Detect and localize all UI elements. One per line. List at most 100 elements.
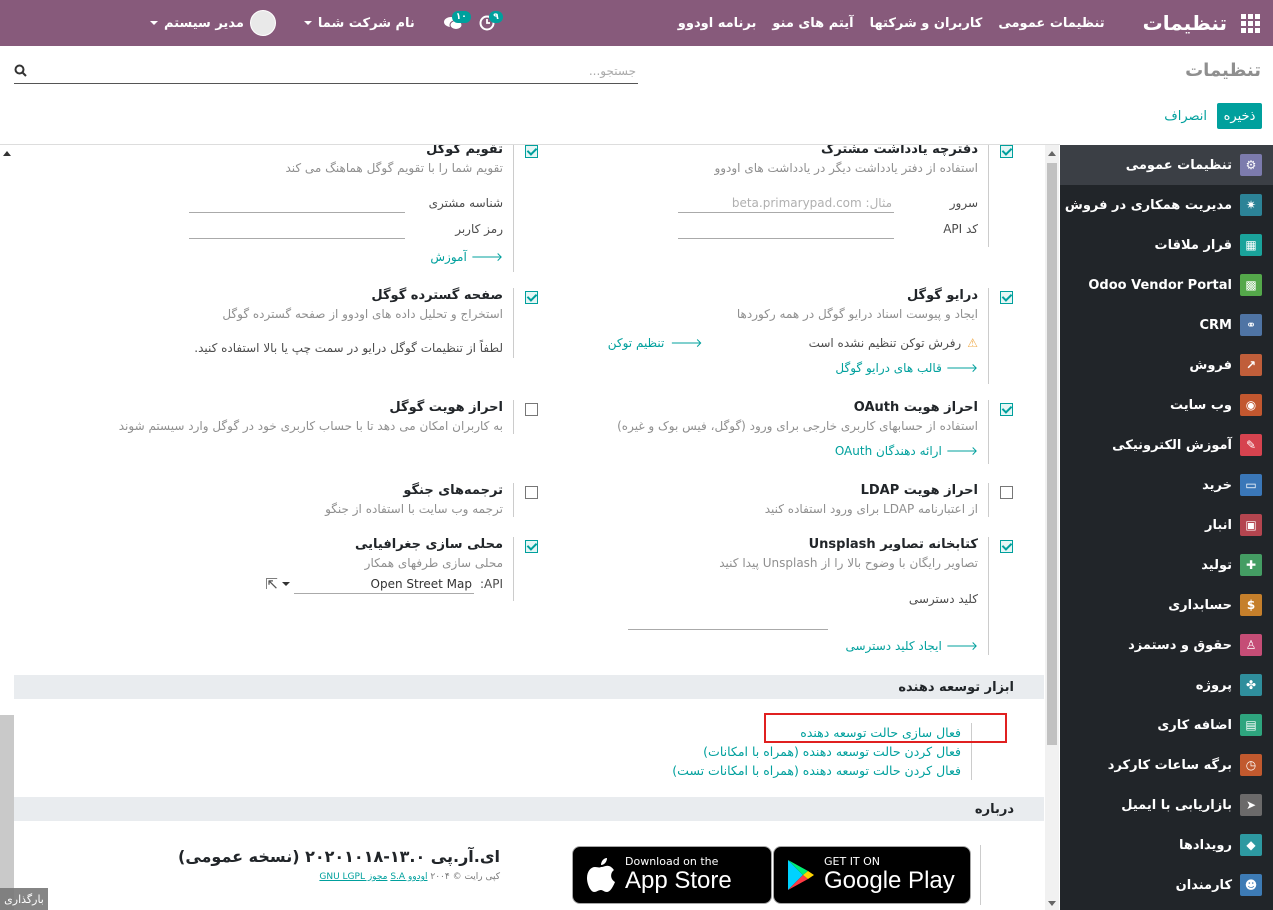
- unsplash-checkbox[interactable]: [1000, 540, 1013, 553]
- menu-users-companies[interactable]: کاربران و شرکتها: [870, 16, 983, 31]
- sidebar-item[interactable]: ✎ آموزش الکترونیکی: [1060, 425, 1273, 465]
- setting-desc: محلی سازی طرفهای همکار: [364, 556, 503, 570]
- sidebar-item[interactable]: ✚ تولید: [1060, 545, 1273, 585]
- setting-title: صفحه گسترده گوگل: [371, 288, 503, 303]
- scrollbar-thumb[interactable]: [1047, 163, 1057, 745]
- activate-developer-mode-assets-link[interactable]: فعال کردن حالت توسعه دهنده (همراه با امک…: [672, 742, 961, 761]
- sidebar-item-label: تولید: [1201, 557, 1232, 573]
- activate-developer-mode-tests-link[interactable]: فعال کردن حالت توسعه دهنده (همراه با امک…: [672, 761, 961, 780]
- setting-title: تقویم گوگل: [426, 145, 503, 157]
- sidebar-item[interactable]: ⚭ CRM: [1060, 305, 1273, 345]
- setting-desc: استخراج و تحلیل داده های اودوو از صفحه گ…: [222, 307, 503, 321]
- puzzle-icon: ✤: [1240, 674, 1262, 696]
- generate-key-link[interactable]: 🡒 ایجاد کلید دسترسی: [619, 638, 978, 654]
- gsheet-checkbox[interactable]: [525, 291, 538, 304]
- scroll-up-icon[interactable]: [1048, 151, 1056, 156]
- client-id-label: شناسه مشتری: [428, 196, 503, 210]
- sidebar-item-label: رویدادها: [1179, 837, 1232, 853]
- license-link[interactable]: مجوز GNU LGPL: [319, 872, 387, 882]
- tutorial-link[interactable]: 🡒 آموزش: [144, 249, 503, 265]
- sidebar-item[interactable]: ↗ فروش: [1060, 345, 1273, 385]
- sidebar-item[interactable]: ◉ وب سایت: [1060, 385, 1273, 425]
- sidebar-item[interactable]: ◷ برگه ساعات کارکرد: [1060, 745, 1273, 785]
- messages-badge: ۱۰: [451, 11, 471, 23]
- sidebar-item[interactable]: ✤ پروژه: [1060, 665, 1273, 705]
- sidebar-item-label: مدیریت همکاری در فروش: [1064, 197, 1232, 213]
- user-menu[interactable]: مدیر سیستم: [150, 10, 276, 36]
- access-key-field[interactable]: [628, 610, 828, 630]
- drive-templates-link[interactable]: 🡒 قالب های درایو گوگل: [619, 360, 978, 376]
- divider: [980, 845, 981, 905]
- company-link[interactable]: اودوو S.A: [390, 872, 427, 882]
- gdrive-checkbox[interactable]: [1000, 291, 1013, 304]
- gcal-checkbox[interactable]: [525, 145, 538, 158]
- settings-sidebar: ⚙ تنظیمات عمومی ✷ مدیریت همکاری در فروش ▦ قرا…: [1060, 145, 1273, 910]
- ticket-icon: ◆: [1240, 834, 1262, 856]
- app-brand: تنظیمات: [1142, 11, 1227, 35]
- menu-odoo-app[interactable]: برنامه اودوو: [678, 16, 757, 31]
- sidebar-item[interactable]: ➤ بازاریابی با ایمیل: [1060, 785, 1273, 825]
- oauth-checkbox[interactable]: [1000, 403, 1013, 416]
- menu-general-settings[interactable]: تنظیمات عمومی: [998, 16, 1104, 31]
- geo-api-select[interactable]: Open Street Map: [293, 574, 474, 594]
- api-field[interactable]: [678, 219, 894, 239]
- save-button[interactable]: ذخیره: [1217, 103, 1262, 129]
- external-link-icon[interactable]: ⇱: [265, 575, 278, 593]
- gsheet-note: لطفاً از تنظیمات گوگل درایو در سمت چپ یا…: [194, 341, 503, 355]
- sidebar-item[interactable]: ☻ کارمندان: [1060, 865, 1273, 905]
- app-store-badge[interactable]: Download on the App Store: [572, 846, 772, 904]
- sidebar-item[interactable]: ▦ قرار ملاقات: [1060, 225, 1273, 265]
- sidebar-item-label: خرید: [1202, 477, 1232, 493]
- geo-checkbox[interactable]: [525, 540, 538, 553]
- setting-title: کتابخانه تصاویر Unsplash: [808, 537, 978, 552]
- sidebar-item-label: بازاریابی با ایمیل: [1121, 797, 1232, 813]
- chevron-down-icon[interactable]: [281, 582, 290, 586]
- gauth-checkbox[interactable]: [525, 403, 538, 416]
- page-title: تنظیمات: [1185, 60, 1261, 81]
- sidebar-item-label: قرار ملاقات: [1154, 237, 1232, 253]
- google-play-badge[interactable]: GET IT ON Google Play: [773, 846, 971, 904]
- stopwatch-icon: ◷: [1240, 754, 1262, 776]
- scrollbar-thumb[interactable]: [0, 715, 14, 910]
- sidebar-item-label: حقوق و دستمزد: [1128, 637, 1232, 653]
- people-icon: ☻: [1240, 874, 1262, 896]
- client-secret-field[interactable]: [189, 219, 405, 239]
- company-switcher[interactable]: نام شرکت شما: [303, 15, 415, 31]
- developer-tools-heading: ابزار توسعه دهنده: [14, 675, 1044, 699]
- search-input[interactable]: [14, 63, 638, 78]
- menu-menu-items[interactable]: آیتم های منو: [772, 16, 853, 31]
- set-token-link[interactable]: تنظیم توکن: [608, 336, 665, 350]
- ldap-checkbox[interactable]: [1000, 486, 1013, 499]
- warning-icon: ⚠: [967, 335, 978, 350]
- company-name: نام شرکت شما: [317, 15, 415, 31]
- payroll-icon: ♙: [1240, 634, 1262, 656]
- sidebar-item[interactable]: ♙ حقوق و دستمزد: [1060, 625, 1273, 665]
- sidebar-item[interactable]: ⚙ تنظیمات عمومی: [1060, 145, 1273, 185]
- sidebar-item[interactable]: ◆ رویدادها: [1060, 825, 1273, 865]
- sidebar-item[interactable]: $ حسابداری: [1060, 585, 1273, 625]
- messages-icon[interactable]: ۱۰: [443, 11, 471, 31]
- scroll-down-icon[interactable]: [1048, 901, 1056, 906]
- top-navbar: تنظیمات تنظیمات عمومی کاربران و شرکتها آ…: [0, 0, 1273, 46]
- sidebar-item[interactable]: ✷ مدیریت همکاری در فروش: [1060, 185, 1273, 225]
- pad-checkbox[interactable]: [1000, 145, 1013, 158]
- apps-menu-icon[interactable]: [1227, 0, 1273, 46]
- about-version-block: ای.آر.پی ۱۳.۰-۲۰۲۰۱۰۱۸ (نسخه عمومی) کپی …: [178, 847, 500, 882]
- activities-badge: ۹: [489, 11, 503, 23]
- search-icon[interactable]: [14, 64, 27, 81]
- handshake-icon: ⚭: [1240, 314, 1262, 336]
- scroll-up-icon[interactable]: [3, 151, 11, 156]
- arrow-right-icon: 🡒: [945, 444, 978, 458]
- sidebar-item[interactable]: ▩ Odoo Vendor Portal: [1060, 265, 1273, 305]
- sidebar-item[interactable]: ▭ خرید: [1060, 465, 1273, 505]
- sidebar-item[interactable]: ▤ اضافه کاری: [1060, 705, 1273, 745]
- client-id-field[interactable]: [188, 193, 405, 213]
- server-field[interactable]: مثال: beta.primarypad.com: [678, 193, 894, 213]
- sidebar-item[interactable]: ▣ انبار: [1060, 505, 1273, 545]
- cancel-button[interactable]: انصراف: [1158, 103, 1213, 129]
- grid-icon: ▩: [1240, 274, 1262, 296]
- oauth-providers-link[interactable]: 🡒 ارائه دهندگان OAuth: [619, 443, 978, 459]
- activities-icon[interactable]: ۹: [479, 11, 503, 31]
- jungo-checkbox[interactable]: [525, 486, 538, 499]
- scrollbar[interactable]: [1045, 145, 1059, 910]
